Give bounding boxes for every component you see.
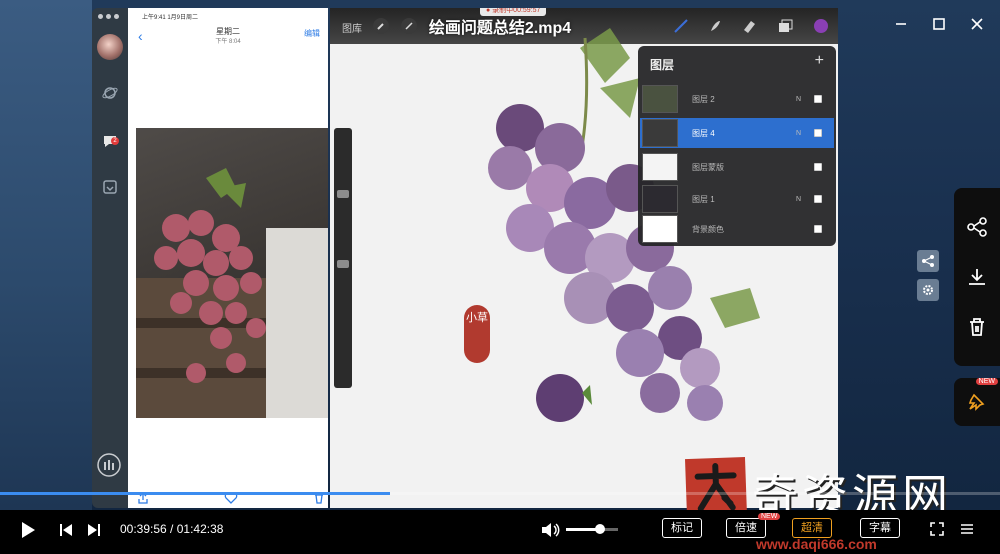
next-button[interactable] [82, 518, 106, 542]
edit-button[interactable]: 编辑 [304, 28, 320, 39]
layer-blend-mode[interactable]: N [796, 130, 801, 137]
skip-next-icon [88, 524, 100, 536]
playback-progress-bar[interactable] [0, 492, 1000, 495]
skip-previous-icon [60, 524, 72, 536]
video-frame[interactable]: 2 上午9:41 1月9日周二 ‹ 星期二 下午 8:04 编辑 图库 ● 录制… [0, 0, 1000, 510]
window-controls [886, 10, 992, 38]
subtitle-button[interactable]: 字幕 [860, 518, 900, 538]
seal-text: 小草 [466, 312, 488, 324]
layers-title: 图层 [650, 58, 675, 72]
unread-badge: 2 [111, 137, 119, 145]
notes-toolbar [136, 488, 326, 508]
new-badge: NEW [975, 378, 998, 385]
watermark-url: www.daqi666.com [756, 536, 877, 552]
settings-mini-button[interactable] [917, 279, 939, 301]
watermark-logo-box [685, 456, 747, 510]
layer-row[interactable]: 图层 4 N [640, 118, 834, 148]
layer-thumbnail [642, 119, 678, 147]
inbox-icon[interactable] [101, 178, 119, 196]
playlist-button[interactable] [956, 518, 978, 540]
play-button[interactable] [16, 518, 40, 542]
layer-row[interactable]: 背景颜色 [640, 214, 834, 244]
layer-row[interactable]: 图层蒙版 [640, 152, 834, 182]
grape-photo-illustration [136, 168, 328, 418]
notes-panel: 上午9:41 1月9日周二 ‹ 星期二 下午 8:04 编辑 [128, 8, 328, 508]
previous-button[interactable] [54, 518, 78, 542]
layers-panel: 图层 + 图层 2 N 图层 4 N 图层蒙版 图层 1 N 背景颜色 [638, 46, 836, 246]
close-button[interactable] [962, 10, 992, 38]
playback-time: 00:39:56 / 01:42:38 [120, 522, 223, 536]
time-separator: / [166, 522, 177, 536]
volume-slider[interactable] [566, 524, 618, 534]
layer-name: 图层 4 [692, 128, 715, 138]
planet-icon[interactable] [101, 84, 119, 102]
current-time: 00:39:56 [120, 522, 167, 536]
stats-icon[interactable] [96, 452, 122, 478]
opacity-knob[interactable] [337, 260, 349, 268]
brush-size-knob[interactable] [337, 190, 349, 198]
share-mini-button[interactable] [917, 250, 939, 272]
ipad-status-bar: 上午9:41 1月9日周二 [142, 15, 199, 21]
maximize-button[interactable] [924, 10, 954, 38]
pin-icon [968, 393, 985, 411]
layer-name: 图层 1 [692, 194, 715, 204]
volume-button[interactable] [538, 518, 562, 542]
layer-visibility-checkbox[interactable] [814, 225, 822, 233]
share-nodes-icon [922, 255, 934, 267]
trash-icon[interactable] [966, 316, 988, 338]
layer-thumbnail [642, 85, 678, 113]
close-icon [971, 18, 983, 30]
pin-button[interactable]: NEW [954, 378, 1000, 426]
mark-button[interactable]: 标记 [662, 518, 702, 538]
grape-reference-photo[interactable] [136, 128, 328, 418]
volume-knob[interactable] [594, 524, 605, 534]
site-watermark: 奇资源网 [685, 456, 996, 510]
layer-visibility-checkbox[interactable] [814, 95, 822, 103]
layer-thumbnail [642, 153, 678, 181]
layer-visibility-checkbox[interactable] [814, 163, 822, 171]
avatar[interactable] [97, 34, 123, 60]
ipad-sidebar: 2 [92, 8, 128, 508]
volume-icon [542, 523, 560, 537]
layer-thumbnail [642, 185, 678, 213]
note-time: 下午 8:04 [215, 39, 241, 45]
playlist-icon [961, 524, 973, 534]
layer-visibility-checkbox[interactable] [814, 129, 822, 137]
fullscreen-icon [930, 522, 944, 536]
layer-visibility-checkbox[interactable] [814, 195, 822, 203]
watermark-text: 奇资源网 [752, 469, 952, 510]
layer-row[interactable]: 图层 1 N [640, 184, 834, 214]
download-icon[interactable] [966, 266, 988, 288]
layer-blend-mode[interactable]: N [796, 96, 801, 103]
playback-progress-fill [0, 492, 390, 495]
layer-row[interactable]: 图层 2 N [640, 84, 834, 114]
minimize-icon [896, 23, 906, 25]
share-nodes-icon[interactable] [966, 216, 988, 238]
layer-name: 图层蒙版 [692, 162, 724, 172]
layer-thumbnail [642, 215, 678, 243]
speed-button[interactable]: 倍速 [726, 518, 766, 538]
minimize-button[interactable] [886, 10, 916, 38]
fullscreen-button[interactable] [926, 518, 948, 540]
layer-name: 图层 2 [692, 94, 715, 104]
artist-seal: 小草 [464, 305, 490, 363]
speed-new-badge: NEW [758, 513, 781, 520]
watermark-logo-glyph [694, 463, 737, 510]
window-dots [98, 14, 119, 19]
brush-size-slider[interactable] [334, 128, 352, 388]
gear-icon [923, 285, 933, 295]
total-time: 01:42:38 [176, 522, 224, 536]
maximize-icon [933, 18, 945, 30]
layer-name: 背景颜色 [692, 224, 724, 234]
layer-blend-mode[interactable]: N [796, 196, 801, 203]
side-action-bar [954, 188, 1000, 366]
quality-button[interactable]: 超清 [792, 518, 832, 538]
add-layer-button[interactable]: + [815, 52, 824, 70]
play-icon [22, 522, 35, 538]
desktop-sea-background [0, 0, 92, 510]
